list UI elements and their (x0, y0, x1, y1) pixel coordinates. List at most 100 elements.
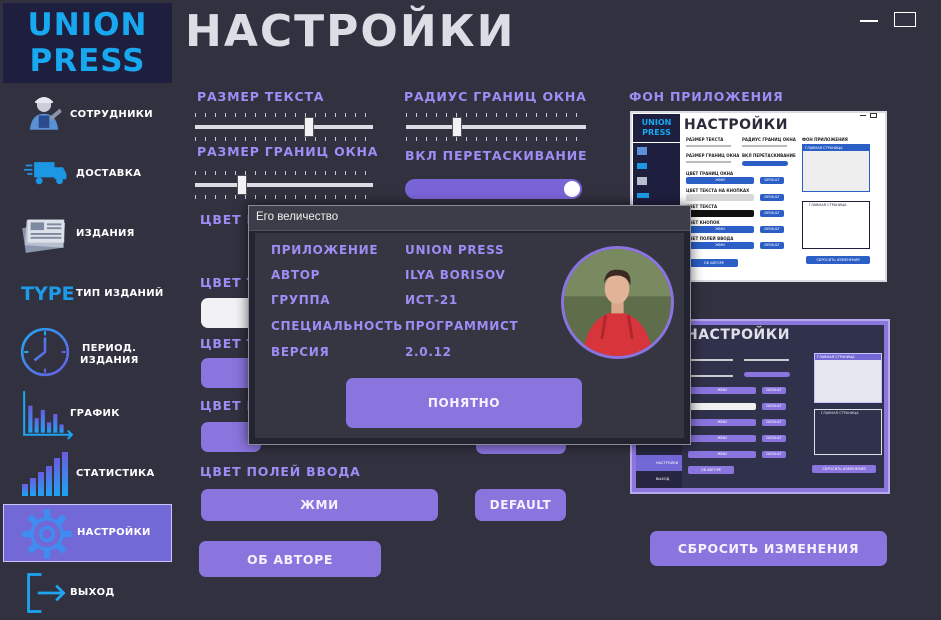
preview-dark-panel-2-title: ГЛАВНАЯ СТРАНИЦА (821, 411, 859, 415)
input-color-label: ЦВЕТ ПОЛЕЙ ВВОДА (200, 464, 361, 479)
page-title: НАСТРОЙКИ (185, 6, 516, 57)
border-size-slider[interactable] (195, 171, 373, 199)
input-color-button[interactable]: ЖМИ (201, 489, 438, 521)
background-label: ФОН ПРИЛОЖЕНИЯ (629, 89, 784, 104)
sidebar-item-label: ТИП ИЗДАНИЙ (76, 288, 164, 299)
sidebar-item-label-2: ИЗДАНИЯ (80, 355, 139, 366)
preview-panel-title: ГЛАВНАЯ СТРАНИЦА (803, 145, 869, 151)
gear-icon (22, 509, 72, 559)
radius-slider[interactable] (406, 113, 586, 141)
preview-dark-default: DEFAULT (762, 403, 786, 410)
maximize-icon[interactable] (894, 12, 916, 27)
toggle-knob (564, 181, 580, 197)
sidebar-item-label: НАСТРОЙКИ (77, 527, 151, 538)
sidebar-item-label: ИЗДАНИЯ (76, 228, 135, 239)
dialog-title[interactable]: Его величество (249, 206, 690, 231)
minimize-icon[interactable] (860, 20, 878, 22)
preview-panel-2-title: ГЛАВНАЯ СТРАНИЦА (809, 203, 847, 207)
drag-toggle[interactable] (405, 179, 582, 199)
info-key: АВТОР (271, 268, 321, 282)
preview-button: ЖМИ (686, 242, 754, 249)
preview-label: ВКЛ ПЕРЕТАСКИВАНИЕ (742, 153, 796, 158)
about-author-button[interactable]: ОБ АВТОРЕ (199, 541, 381, 577)
statistics-icon (22, 452, 68, 496)
exit-icon (27, 573, 66, 613)
sidebar-item-settings[interactable]: НАСТРОЙКИ (3, 504, 172, 562)
preview-minimize-icon (860, 115, 866, 116)
preview-label: РАДИУС ГРАНИЦ ОКНА (742, 137, 796, 142)
sidebar-item-publications[interactable]: ИЗДАНИЯ (3, 205, 172, 263)
preview-dark-reset: СБРОСИТЬ ИЗМЕНЕНИЯ (812, 465, 876, 473)
logo-line-1: UNION (27, 7, 148, 43)
sidebar-item-label-1: ПЕРИОД. (82, 343, 137, 354)
preview-logo-line-2: PRESS (642, 128, 671, 137)
preview-dark-title: НАСТРОЙКИ (686, 327, 790, 343)
preview-default-button: DEFAULT (760, 177, 784, 184)
preview-dark-button: ЖМИ (688, 419, 756, 426)
sidebar-item-types[interactable]: TYPE ТИП ИЗДАНИЙ (3, 265, 172, 323)
preview-default-button: DEFAULT (760, 194, 784, 201)
app-logo: UNION PRESS (3, 3, 172, 83)
preview-logo-line-1: UNION (641, 118, 672, 127)
slider-thumb[interactable] (237, 175, 247, 195)
sidebar-item-delivery[interactable]: ДОСТАВКА (3, 145, 172, 203)
preview-dark-settings: НАСТРОЙКИ (636, 455, 682, 471)
preview-maximize-icon (870, 113, 877, 118)
preview-reset-button: СБРОСИТЬ ИЗМЕНЕНИЯ (806, 256, 870, 264)
sidebar-item-exit[interactable]: ВЫХОД (3, 564, 172, 620)
preview-dark-default: DEFAULT (762, 451, 786, 458)
preview-title: НАСТРОЙКИ (684, 117, 788, 133)
preview-label: ЦВЕТ КНОПОК (686, 220, 720, 225)
preview-label: ФОН ПРИЛОЖЕНИЯ (802, 137, 848, 142)
preview-button: ЖМИ (686, 177, 754, 184)
newspaper-icon (22, 219, 66, 253)
info-value: UNION PRESS (405, 243, 505, 257)
preview-dark-panel-2: ГЛАВНАЯ СТРАНИЦА (814, 409, 882, 455)
type-icon: TYPE (21, 283, 75, 305)
preview-dark-about: ОБ АВТОРЕ (688, 466, 734, 474)
drag-label: ВКЛ ПЕРЕТАСКИВАНИЕ (405, 148, 588, 163)
sidebar-item-label: ВЫХОД (70, 587, 115, 598)
text-size-label: РАЗМЕР ТЕКСТА (197, 89, 325, 104)
sidebar-item-label: СТАТИСТИКА (76, 468, 155, 479)
border-size-label: РАЗМЕР ГРАНИЦ ОКНА (197, 144, 379, 159)
radius-label: РАДИУС ГРАНИЦ ОКНА (404, 89, 587, 104)
sidebar-item-employees[interactable]: СОТРУДНИКИ (3, 86, 172, 144)
sidebar-item-label: ГРАФИК (70, 408, 120, 419)
preview-dark-default: DEFAULT (762, 435, 786, 442)
info-value: ILYA BORISOV (405, 268, 506, 282)
slider-thumb[interactable] (304, 117, 315, 137)
ok-button[interactable]: ПОНЯТНО (346, 378, 582, 428)
preview-default-button: DEFAULT (760, 226, 784, 233)
info-key: ВЕРСИЯ (271, 345, 330, 359)
preview-panel-2: ГЛАВНАЯ СТРАНИЦА (802, 201, 870, 249)
preview-label: РАЗМЕР ГРАНИЦ ОКНА (686, 153, 740, 158)
info-key: ГРУППА (271, 293, 331, 307)
reset-changes-button[interactable]: СБРОСИТЬ ИЗМЕНЕНИЯ (650, 531, 887, 566)
sidebar-item-statistics[interactable]: СТАТИСТИКА (3, 445, 172, 503)
info-key: СПЕЦИАЛЬНОСТЬ (271, 319, 404, 333)
preview-dark-panel-title: ГЛАВНАЯ СТРАНИЦА (815, 354, 881, 360)
preview-dark-button: ЖМИ (688, 387, 756, 394)
preview-label: ЦВЕТ ГРАНИЦ ОКНА (686, 171, 734, 176)
preview-label: ЦВЕТ ПОЛЕЙ ВВОДА (686, 236, 734, 241)
info-key: ПРИЛОЖЕНИЕ (271, 243, 379, 257)
text-size-slider[interactable] (195, 113, 373, 141)
bar-chart-icon (23, 391, 74, 440)
preview-label: ЦВЕТ ТЕКСТА НА КНОПКАХ (686, 188, 750, 193)
preview-panel: ГЛАВНАЯ СТРАНИЦА (802, 144, 870, 192)
info-value: ИСТ-21 (405, 293, 458, 307)
worker-icon (29, 96, 62, 130)
preview-default-button: DEFAULT (760, 242, 784, 249)
sidebar-item-label: ДОСТАВКА (76, 168, 142, 179)
preview-button: ЖМИ (686, 226, 754, 233)
preview-dark-button: ЖМИ (688, 435, 756, 442)
preview-dark-exit: ВЫХОД (656, 477, 670, 481)
clock-icon (20, 327, 70, 377)
preview-about-button: ОБ АВТОРЕ (690, 259, 738, 267)
slider-thumb[interactable] (451, 117, 462, 137)
sidebar-item-periodicals[interactable]: ПЕРИОД. ИЗДАНИЯ (3, 323, 172, 381)
preview-logo: UNION PRESS (633, 114, 680, 142)
input-color-default-button[interactable]: DEFAULT (475, 489, 566, 521)
sidebar-item-chart[interactable]: ГРАФИК (3, 385, 172, 443)
